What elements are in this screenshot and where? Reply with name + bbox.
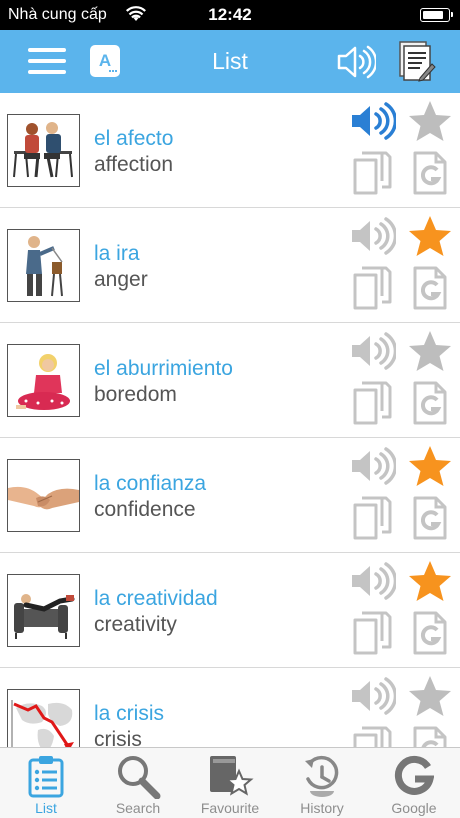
google-icon (394, 753, 435, 797)
word-spanish: el aburrimiento (94, 357, 233, 380)
word-thumbnail[interactable] (7, 574, 80, 647)
google-search-icon[interactable] (412, 381, 448, 430)
google-search-icon[interactable] (412, 726, 448, 747)
star-filled-icon[interactable] (407, 214, 453, 263)
tab-label: Search (115, 800, 161, 816)
page-title: List (212, 48, 248, 74)
word-english: crisis (94, 728, 142, 747)
tab-search[interactable]: Search (92, 748, 184, 818)
history-icon (302, 753, 342, 797)
word-spanish: la creatividad (94, 587, 218, 610)
word-row[interactable]: la confianza confidence (0, 438, 460, 553)
word-spanish: la crisis (94, 702, 165, 725)
tab-list[interactable]: List (0, 748, 92, 818)
word-spanish: el afecto (94, 127, 174, 150)
word-english: confidence (94, 498, 196, 521)
speaker-icon[interactable] (350, 331, 398, 376)
tab-label: History (300, 800, 344, 816)
google-search-icon[interactable] (412, 611, 448, 660)
tab-google[interactable]: Google (368, 748, 460, 818)
google-search-icon[interactable] (412, 496, 448, 545)
word-row[interactable]: el aburrimiento boredom (0, 323, 460, 438)
star-icon[interactable] (407, 99, 453, 148)
word-list[interactable]: el afecto affection la ira anger el aburrimi… (0, 93, 460, 747)
word-thumbnail[interactable] (7, 344, 80, 417)
favourite-icon (210, 753, 254, 797)
word-spanish: la ira (94, 242, 140, 265)
word-row[interactable]: la crisis crisis (0, 668, 460, 747)
google-search-icon[interactable] (412, 151, 448, 200)
speaker-icon[interactable] (336, 44, 378, 80)
word-thumbnail[interactable] (7, 689, 80, 747)
copy-icon[interactable] (352, 266, 392, 315)
speaker-icon[interactable] (350, 561, 398, 606)
tab-bar: List Search Favourite History Google (0, 747, 460, 818)
word-english: anger (94, 268, 148, 291)
speaker-icon[interactable] (350, 676, 398, 721)
word-row[interactable]: la ira anger (0, 208, 460, 323)
tab-label: List (35, 800, 57, 816)
tab-label: Google (391, 800, 437, 816)
copy-icon[interactable] (352, 726, 392, 747)
notes-icon[interactable] (398, 40, 436, 82)
nav-bar: A List (0, 30, 460, 93)
copy-icon[interactable] (352, 611, 392, 660)
star-icon[interactable] (407, 674, 453, 723)
google-search-icon[interactable] (412, 266, 448, 315)
app-screen: Nhà cung cấp 12:42 A List el afecto affe… (0, 0, 460, 818)
word-thumbnail[interactable] (7, 114, 80, 187)
word-english: boredom (94, 383, 177, 406)
copy-icon[interactable] (352, 496, 392, 545)
battery-level (423, 11, 443, 19)
status-time: 12:42 (208, 5, 252, 24)
tab-label: Favourite (200, 800, 260, 816)
battery-icon (420, 8, 453, 22)
speaker-icon[interactable] (350, 101, 398, 146)
speaker-icon[interactable] (350, 216, 398, 261)
word-row[interactable]: el afecto affection (0, 93, 460, 208)
word-english: creativity (94, 613, 177, 636)
word-spanish: la confianza (94, 472, 207, 495)
word-row[interactable]: la creatividad creativity (0, 553, 460, 668)
word-thumbnail[interactable] (7, 229, 80, 302)
star-filled-icon[interactable] (407, 559, 453, 608)
status-bar: Nhà cung cấp 12:42 (0, 0, 460, 30)
copy-icon[interactable] (352, 151, 392, 200)
tab-history[interactable]: History (276, 748, 368, 818)
star-filled-icon[interactable] (407, 444, 453, 493)
word-thumbnail[interactable] (7, 459, 80, 532)
star-icon[interactable] (407, 329, 453, 378)
list-icon (26, 753, 66, 798)
word-english: affection (94, 153, 174, 176)
speaker-icon[interactable] (350, 446, 398, 491)
tab-favourite[interactable]: Favourite (184, 748, 276, 818)
search-icon (118, 753, 161, 800)
copy-icon[interactable] (352, 381, 392, 430)
